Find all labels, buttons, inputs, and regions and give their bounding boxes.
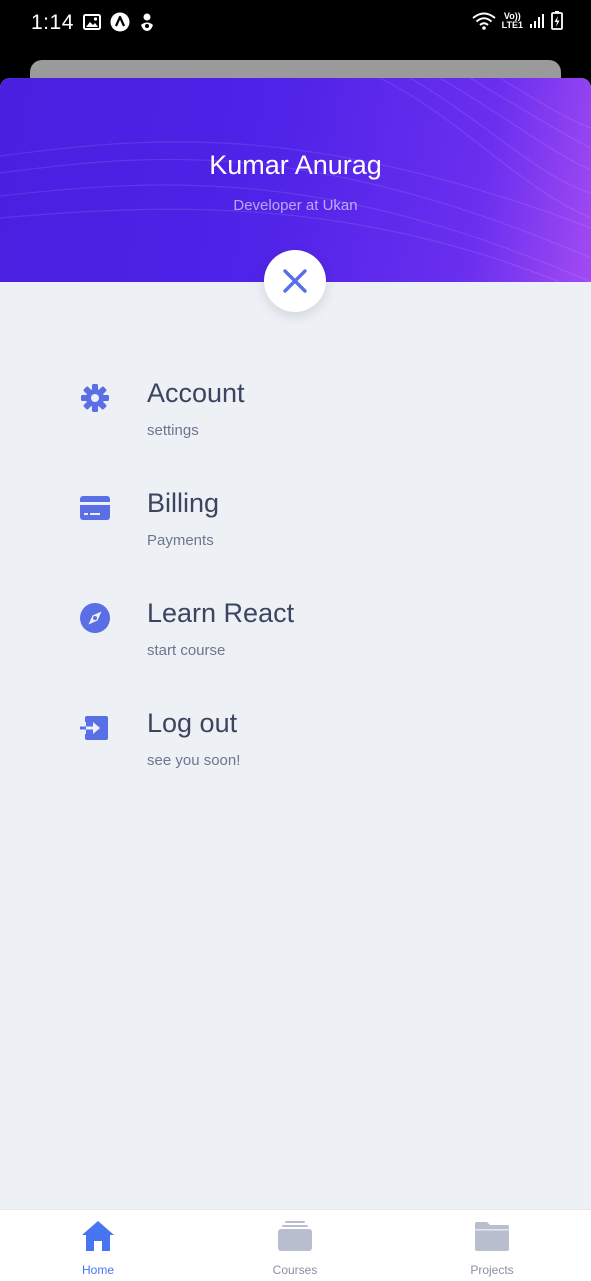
credit-card-icon xyxy=(80,496,110,520)
menu-item-subtitle: Payments xyxy=(147,532,214,549)
status-right-icons: Vo)) LTE1 xyxy=(472,11,563,30)
menu-item-learn-react[interactable]: Learn React start course xyxy=(0,598,591,688)
user-name: Kumar Anurag xyxy=(209,150,382,180)
status-bar: 1:14 Vo)) LTE1 xyxy=(0,0,591,46)
menu-item-billing[interactable]: Billing Payments xyxy=(0,488,591,578)
status-time: 1:14 xyxy=(31,11,74,34)
folder-icon xyxy=(475,1222,509,1251)
tab-home[interactable]: Home xyxy=(38,1210,158,1281)
network-type: Vo)) LTE1 xyxy=(501,11,523,30)
tab-courses[interactable]: Courses xyxy=(235,1210,355,1281)
home-icon xyxy=(82,1221,114,1251)
menu-item-title: Account xyxy=(147,378,245,408)
gallery-icon xyxy=(83,14,101,30)
gear-icon xyxy=(81,384,109,412)
tab-label: Home xyxy=(81,1263,114,1277)
battery-charging-icon xyxy=(551,11,563,30)
tab-projects[interactable]: Projects xyxy=(432,1210,552,1281)
app-duo-icon xyxy=(141,13,153,31)
menu-item-subtitle: start course xyxy=(147,642,226,659)
menu-item-subtitle: see you soon! xyxy=(147,752,241,769)
wifi-icon xyxy=(472,12,496,30)
close-icon xyxy=(283,269,307,293)
menu-item-subtitle: settings xyxy=(147,422,199,439)
signal-icon xyxy=(530,13,544,28)
compass-icon xyxy=(80,603,110,633)
menu-item-logout[interactable]: Log out see you soon! xyxy=(0,708,591,798)
close-button[interactable] xyxy=(264,250,326,312)
status-left-icons xyxy=(83,12,155,32)
app-a-icon xyxy=(110,12,130,32)
menu-item-title: Learn React xyxy=(147,598,295,628)
bottom-tab-bar: Home Courses Projects xyxy=(0,1209,591,1281)
user-role: Developer at Ukan xyxy=(233,197,358,214)
menu-item-account[interactable]: Account settings xyxy=(0,378,591,468)
cards-icon xyxy=(278,1221,312,1251)
lte-label: LTE1 xyxy=(501,19,523,30)
tab-label: Projects xyxy=(470,1263,514,1277)
menu-sheet: Kumar Anurag Developer at Ukan Account s… xyxy=(0,78,591,1280)
menu-item-title: Billing xyxy=(147,488,220,518)
logout-icon xyxy=(80,716,108,740)
tab-label: Courses xyxy=(272,1263,318,1277)
menu-item-title: Log out xyxy=(147,708,238,738)
